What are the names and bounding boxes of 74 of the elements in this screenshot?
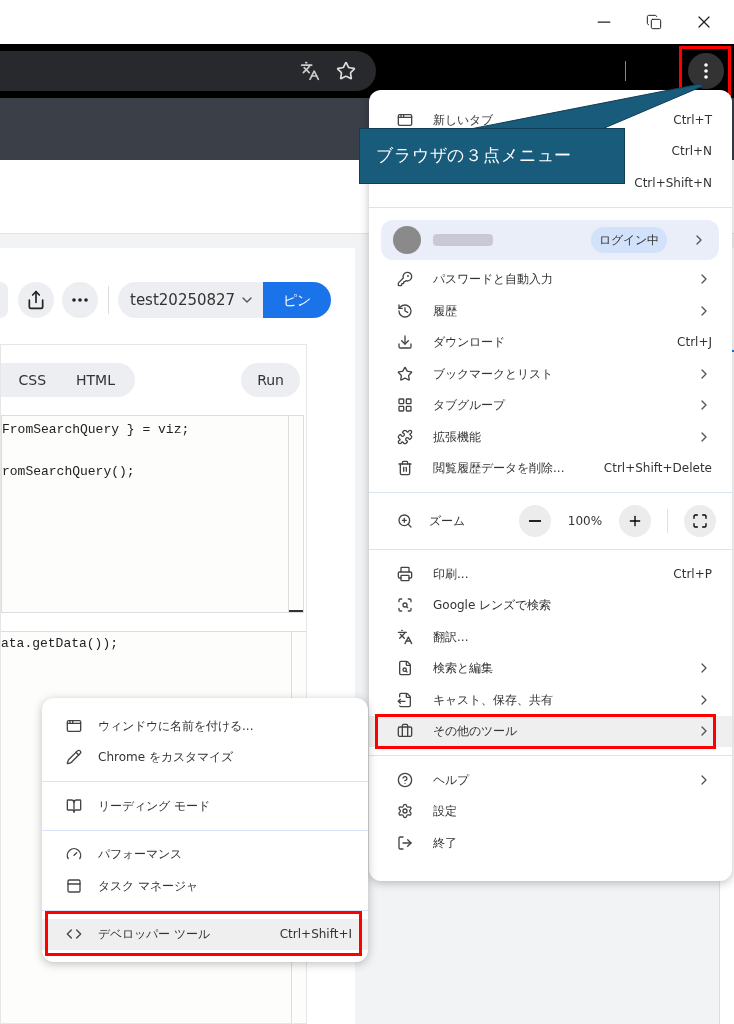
grid-icon [397,397,413,414]
more-horizontal-icon [72,298,88,302]
settings-icon [397,803,413,820]
restore-icon[interactable] [646,14,662,30]
menu-item[interactable]: 印刷... Ctrl+P [369,558,732,590]
minus-icon [529,520,541,522]
book-icon [66,797,82,814]
menu-item[interactable]: 履歴 [369,295,732,327]
zoom-level: 100% [567,513,603,530]
menu-item[interactable]: 翻訳... [369,621,732,653]
history-icon [397,302,413,319]
printer-icon [397,565,413,582]
share-button[interactable] [18,282,54,318]
run-button[interactable]: Run [241,363,300,397]
menu-button[interactable] [688,53,724,89]
file-share-icon [397,691,413,708]
version-dropdown[interactable]: test20250827 [118,282,264,318]
editor-tab[interactable]: HTML [76,369,115,391]
profile-row[interactable]: ログイン中 [381,219,719,260]
menu-item[interactable]: タスク マネージャ [42,870,368,902]
help-icon [397,771,413,788]
editor-tab[interactable]: CSS [18,369,47,391]
code-line: FromSearchQuery } = viz; [2,421,191,439]
share-icon [26,290,46,310]
exit-icon [397,834,413,851]
more-button[interactable] [62,282,98,318]
trash-icon [397,460,413,477]
zoom-icon [397,513,413,529]
menu-item[interactable]: ウィンドウに名前を付ける... [42,710,368,742]
plus-icon [627,513,643,529]
zoom-label: ズーム [429,513,466,530]
more-vertical-icon [704,63,708,79]
blurred-name [433,233,493,246]
menu-item[interactable]: その他のツール [369,715,732,747]
menu-item[interactable]: デベロッパー ツール Ctrl+Shift+I [42,918,368,950]
toolbox-icon [397,723,413,740]
translate-icon[interactable] [300,61,320,81]
file-search-icon [397,660,413,677]
star-icon [397,365,413,382]
menu-item[interactable]: パフォーマンス [42,838,368,870]
fullscreen-button[interactable] [684,505,716,537]
menu-item[interactable]: キャスト、保存、共有 [369,684,732,716]
code-line: romSearchQuery(); [2,462,136,481]
lens-icon [397,597,413,614]
menu-item[interactable]: Google レンズで検索 [369,589,732,621]
menu-item[interactable]: 閲覧履歴データを削除... Ctrl+Shift+Delete [369,452,732,484]
panel-icon [66,877,82,894]
menu-item[interactable]: ダウンロード Ctrl+J [369,326,732,358]
callout-tooltip: ブラウザの３点メニュー [359,128,625,184]
menu-item[interactable]: 設定 [369,795,732,827]
menu-item[interactable]: 終了 [369,827,732,859]
pencil-icon [66,749,82,766]
bookmark-star-icon[interactable] [336,61,356,81]
menu-item[interactable]: 検索と編集 [369,652,732,684]
menu-item[interactable]: ヘルプ [369,764,732,796]
signed-in-badge: ログイン中 [591,226,667,253]
menu-item[interactable]: パスワードと自動入力 [369,263,732,295]
menu-item[interactable]: タブグループ [369,389,732,421]
zoom-in-button[interactable] [619,505,651,537]
menu-item[interactable]: リーディング モード [42,790,368,822]
pin-button[interactable]: ピン [263,282,332,318]
new-tab-icon [397,111,413,128]
key-icon [397,271,413,288]
fullscreen-icon [692,513,708,529]
menu-item[interactable]: ブックマークとリスト [369,358,732,390]
zoom-out-button[interactable] [519,505,551,537]
menu-item[interactable]: Chrome をカスタマイズ [42,741,368,773]
window-icon [66,717,82,734]
download-icon [397,334,413,351]
code-line: ata.getData()); [1,635,120,653]
menu-item[interactable]: 拡張機能 [369,421,732,453]
puzzle-icon [397,428,413,445]
translate-icon [397,628,413,645]
avatar [393,225,421,254]
